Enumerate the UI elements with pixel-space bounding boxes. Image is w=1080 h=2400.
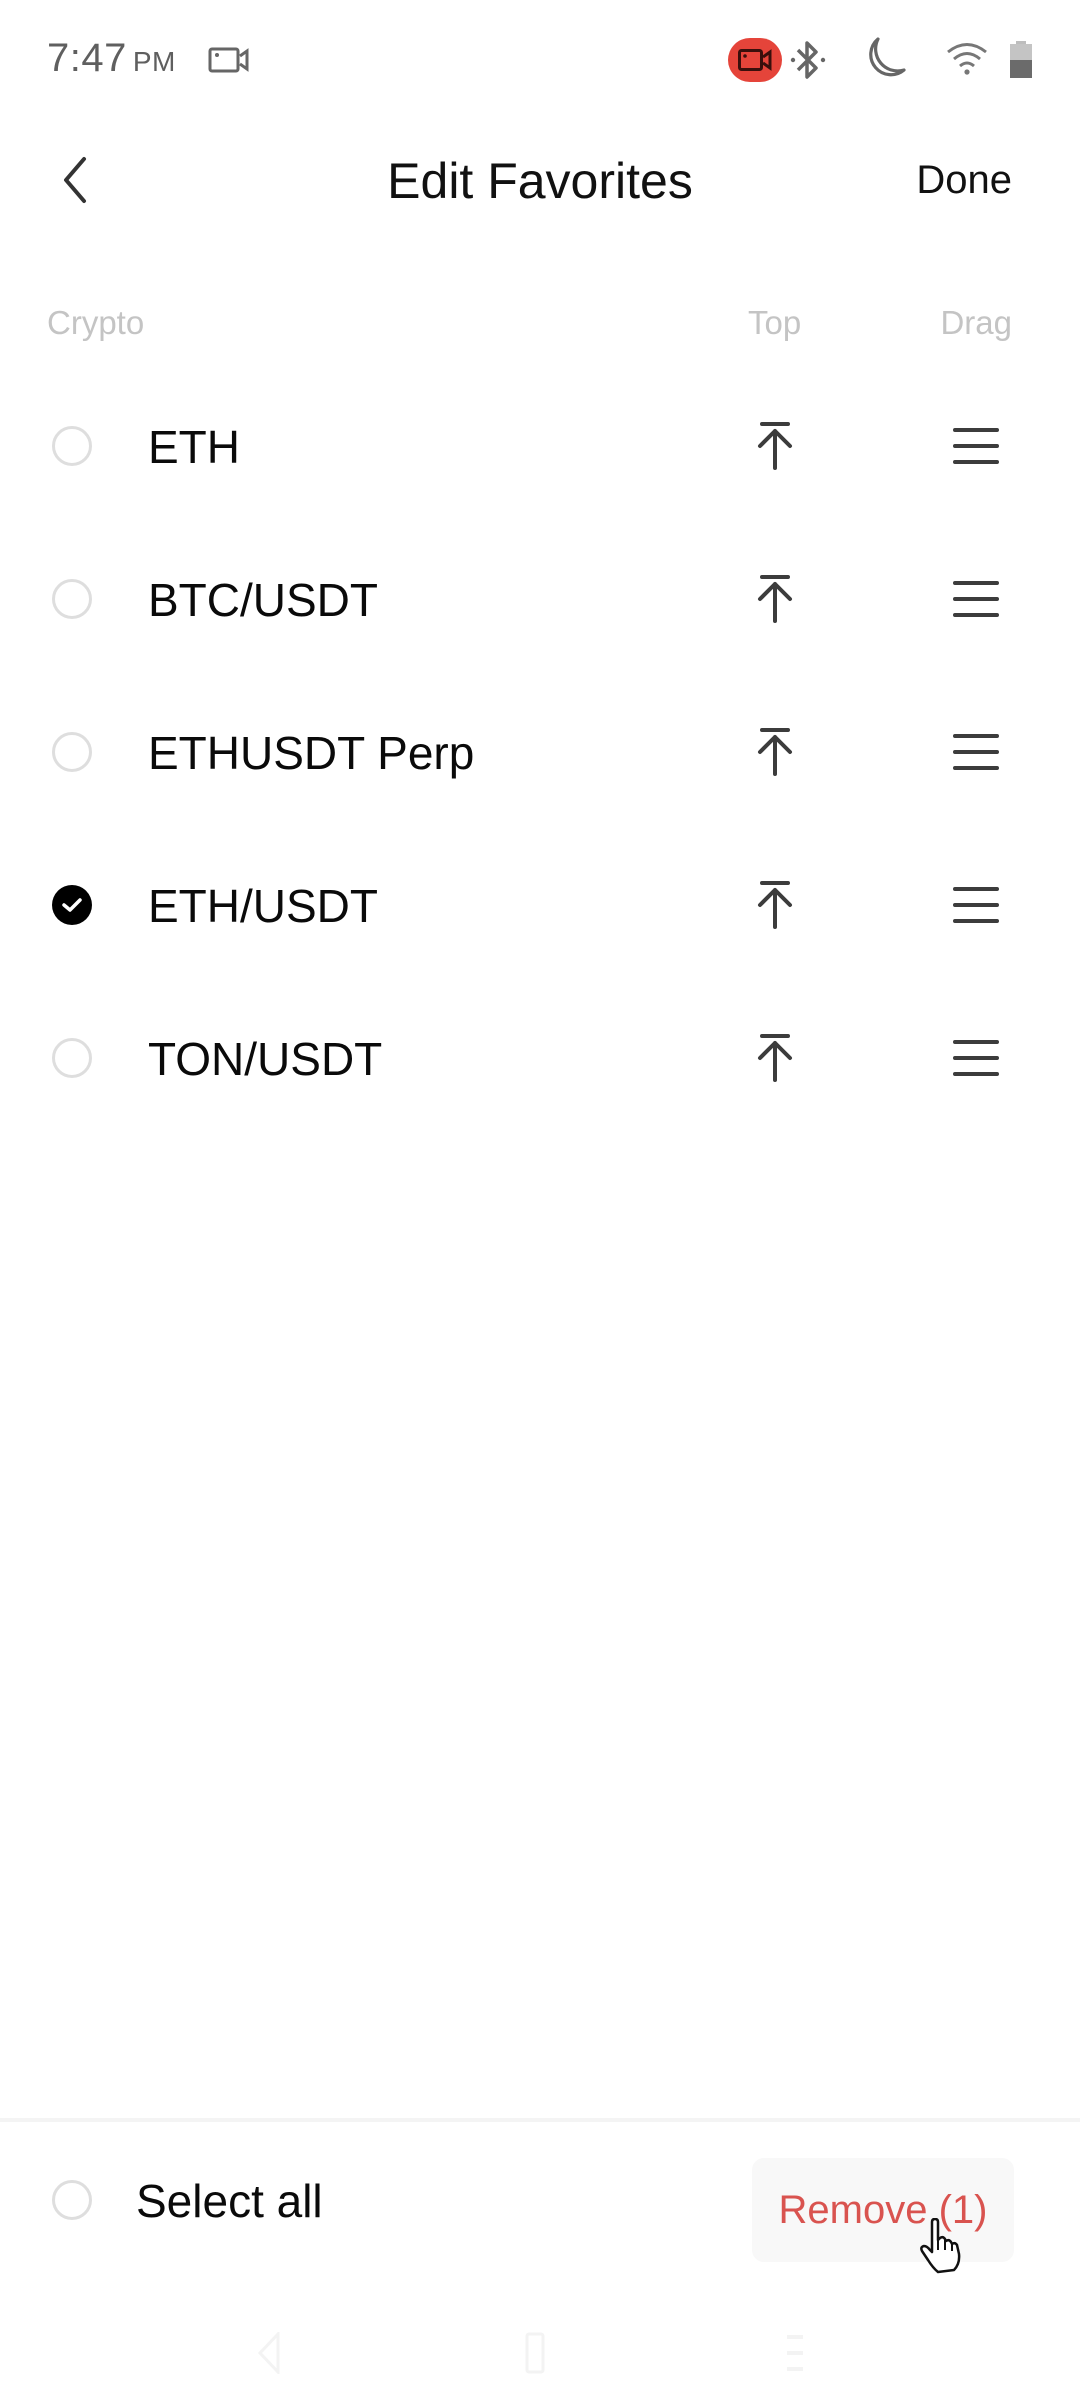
favorite-row: ETH bbox=[0, 370, 1080, 523]
checkmark-icon bbox=[62, 898, 82, 912]
status-time-value: 7:47 bbox=[47, 36, 127, 80]
favorite-row: ETH/USDT bbox=[0, 829, 1080, 982]
status-time: 7:47 PM bbox=[47, 36, 176, 81]
wifi-icon bbox=[947, 43, 987, 75]
remove-button[interactable]: Remove (1) bbox=[752, 2158, 1014, 2262]
favorite-row: ETHUSDT Perp bbox=[0, 676, 1080, 829]
done-button[interactable]: Done bbox=[916, 158, 1012, 203]
favorite-row: TON/USDT bbox=[0, 982, 1080, 1135]
nav-recents-button[interactable] bbox=[770, 2330, 820, 2376]
row-checkbox[interactable] bbox=[52, 732, 92, 772]
pin-to-top-icon bbox=[758, 422, 792, 470]
drag-handle-icon bbox=[953, 581, 999, 617]
column-header-drag: Drag bbox=[940, 304, 1012, 341]
pin-to-top-icon bbox=[758, 575, 792, 623]
status-bar: 7:47 PM bbox=[0, 0, 1080, 120]
move-to-top-button[interactable] bbox=[750, 724, 800, 780]
system-nav-bar bbox=[0, 2300, 1080, 2400]
drag-handle-icon bbox=[953, 1040, 999, 1076]
row-label: ETHUSDT Perp bbox=[148, 727, 475, 779]
favorite-row: BTC/USDT bbox=[0, 523, 1080, 676]
recording-indicator bbox=[728, 38, 782, 82]
row-checkbox[interactable] bbox=[52, 426, 92, 466]
column-header-crypto: Crypto bbox=[47, 304, 145, 341]
row-label: ETH bbox=[148, 421, 240, 473]
move-to-top-button[interactable] bbox=[750, 877, 800, 933]
battery-icon bbox=[1010, 41, 1032, 78]
select-all-label[interactable]: Select all bbox=[136, 2174, 323, 2228]
nav-back-icon bbox=[257, 2332, 280, 2374]
header: Edit Favorites Done bbox=[0, 120, 1080, 240]
drag-handle[interactable] bbox=[950, 879, 1002, 931]
screen-record-icon bbox=[208, 47, 249, 73]
row-label: TON/USDT bbox=[148, 1033, 383, 1085]
drag-handle[interactable] bbox=[950, 1032, 1002, 1084]
column-headers: Crypto Top Drag bbox=[0, 300, 1080, 350]
select-all-checkbox[interactable] bbox=[52, 2180, 92, 2220]
drag-handle[interactable] bbox=[950, 726, 1002, 778]
nav-back-button[interactable] bbox=[244, 2330, 294, 2376]
hand-pointer-cursor-icon bbox=[920, 2218, 961, 2274]
drag-handle[interactable] bbox=[950, 573, 1002, 625]
favorites-list: ETH BTC/USDT ETHUSDT Perp ETH/USDT TON/U… bbox=[0, 370, 1080, 1135]
row-label: ETH/USDT bbox=[148, 880, 378, 932]
drag-handle-icon bbox=[953, 887, 999, 923]
drag-handle-icon bbox=[953, 734, 999, 770]
status-time-ampm: PM bbox=[132, 46, 176, 77]
row-label: BTC/USDT bbox=[148, 574, 378, 626]
pin-to-top-icon bbox=[758, 728, 792, 776]
drag-handle[interactable] bbox=[950, 420, 1002, 472]
recording-camera-icon bbox=[738, 49, 772, 71]
row-checkbox[interactable] bbox=[52, 579, 92, 619]
column-header-top: Top bbox=[748, 304, 802, 341]
nav-recents-icon bbox=[787, 2335, 803, 2371]
row-checkbox[interactable] bbox=[52, 1038, 92, 1078]
bluetooth-icon bbox=[790, 41, 826, 79]
move-to-top-button[interactable] bbox=[750, 1030, 800, 1086]
nav-home-button[interactable] bbox=[510, 2330, 560, 2376]
do-not-disturb-moon-icon bbox=[869, 37, 906, 77]
pin-to-top-icon bbox=[758, 1034, 792, 1082]
drag-handle-icon bbox=[953, 428, 999, 464]
pin-to-top-icon bbox=[758, 881, 792, 929]
move-to-top-button[interactable] bbox=[750, 571, 800, 627]
row-checkbox-checked[interactable] bbox=[52, 885, 92, 925]
move-to-top-button[interactable] bbox=[750, 418, 800, 474]
nav-home-icon bbox=[525, 2332, 545, 2374]
